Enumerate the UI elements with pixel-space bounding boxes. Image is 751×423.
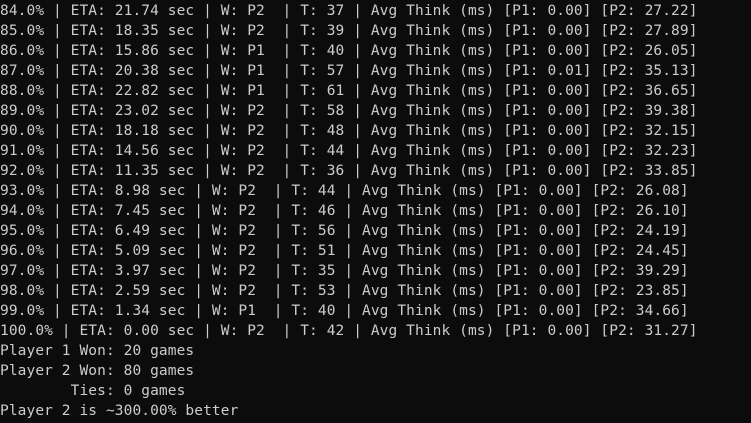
progress-line-84: 84.0% | ETA: 21.74 sec | W: P2 | T: 37 |… bbox=[0, 3, 698, 19]
summary-player2-won: Player 2 Won: 80 games bbox=[0, 363, 195, 379]
progress-line-95: 95.0% | ETA: 6.49 sec | W: P2 | T: 56 | … bbox=[0, 223, 689, 239]
progress-line-93: 93.0% | ETA: 8.98 sec | W: P2 | T: 44 | … bbox=[0, 183, 689, 199]
progress-line-87: 87.0% | ETA: 20.38 sec | W: P1 | T: 57 |… bbox=[0, 63, 698, 79]
progress-line-86: 86.0% | ETA: 15.86 sec | W: P1 | T: 40 |… bbox=[0, 43, 698, 59]
summary-ties: Ties: 0 games bbox=[0, 383, 186, 399]
progress-line-100: 100.0% | ETA: 0.00 sec | W: P2 | T: 42 |… bbox=[0, 323, 698, 339]
terminal-window[interactable]: 84.0% | ETA: 21.74 sec | W: P2 | T: 37 |… bbox=[0, 0, 751, 423]
terminal-output: 84.0% | ETA: 21.74 sec | W: P2 | T: 37 |… bbox=[0, 1, 698, 421]
progress-line-96: 96.0% | ETA: 5.09 sec | W: P2 | T: 51 | … bbox=[0, 243, 689, 259]
progress-line-98: 98.0% | ETA: 2.59 sec | W: P2 | T: 53 | … bbox=[0, 283, 689, 299]
progress-line-89: 89.0% | ETA: 23.02 sec | W: P2 | T: 58 |… bbox=[0, 103, 698, 119]
progress-line-88: 88.0% | ETA: 22.82 sec | W: P1 | T: 61 |… bbox=[0, 83, 698, 99]
progress-line-97: 97.0% | ETA: 3.97 sec | W: P2 | T: 35 | … bbox=[0, 263, 689, 279]
progress-line-92: 92.0% | ETA: 11.35 sec | W: P2 | T: 36 |… bbox=[0, 163, 698, 179]
summary-player1-won: Player 1 Won: 20 games bbox=[0, 343, 195, 359]
progress-line-94: 94.0% | ETA: 7.45 sec | W: P2 | T: 46 | … bbox=[0, 203, 689, 219]
progress-line-85: 85.0% | ETA: 18.35 sec | W: P2 | T: 39 |… bbox=[0, 23, 698, 39]
progress-line-99: 99.0% | ETA: 1.34 sec | W: P1 | T: 40 | … bbox=[0, 303, 689, 319]
progress-line-91: 91.0% | ETA: 14.56 sec | W: P2 | T: 44 |… bbox=[0, 143, 698, 159]
summary-comparison: Player 2 is ~300.00% better bbox=[0, 403, 239, 419]
progress-line-90: 90.0% | ETA: 18.18 sec | W: P2 | T: 48 |… bbox=[0, 123, 698, 139]
